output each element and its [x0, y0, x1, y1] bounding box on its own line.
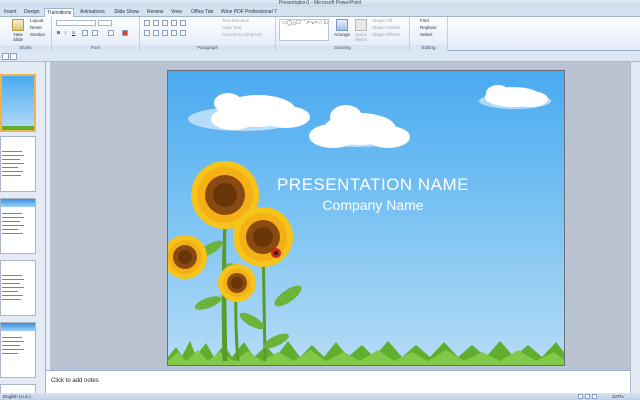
char-spacing-icon[interactable]: [92, 30, 98, 36]
tab-design[interactable]: Design: [22, 8, 42, 17]
bold-button[interactable]: B: [57, 30, 60, 36]
group-paragraph: Text Direction Align Text Convert to Sma…: [140, 17, 276, 51]
tab-view[interactable]: View: [169, 8, 184, 17]
align-right-icon[interactable]: [162, 30, 168, 36]
window-title: Presentation1 - Microsoft PowerPoint: [278, 0, 362, 6]
tab-animations[interactable]: Animations: [78, 8, 107, 17]
slide-thumbnail-5[interactable]: [0, 322, 36, 378]
tab-insert[interactable]: Insert: [2, 8, 19, 17]
increase-indent-icon[interactable]: [171, 20, 177, 26]
quick-styles-icon: [355, 19, 367, 31]
align-center-icon[interactable]: [153, 30, 159, 36]
text-direction-button[interactable]: Text Direction: [222, 18, 249, 24]
slide-thumbnail-6[interactable]: [0, 384, 36, 393]
change-case-icon[interactable]: [108, 30, 114, 36]
slide-canvas[interactable]: PRESENTATION NAME Company Name: [167, 70, 565, 366]
normal-view-icon[interactable]: [578, 394, 583, 399]
justify-icon[interactable]: [171, 30, 177, 36]
group-slides: New Slide Layout Reset Section Slides: [0, 17, 52, 51]
font-name-box[interactable]: [56, 20, 96, 26]
slide-thumbnail-1[interactable]: [0, 74, 36, 132]
arrange-icon: [336, 19, 348, 31]
group-drawing: ▭◯△☐⌒↗↘⇨☆⇩◇⟶⬠⬭ Arrange Quick Styles Shap…: [276, 17, 410, 51]
font-size-box[interactable]: [98, 20, 112, 26]
doc-tab-icon[interactable]: [2, 53, 9, 60]
group-font: B I U Font: [52, 17, 140, 51]
shape-fill-button[interactable]: Shape Fill: [372, 18, 392, 24]
layout-button[interactable]: Layout: [30, 18, 44, 24]
title-bar: Presentation1 - Microsoft PowerPoint: [0, 0, 640, 7]
zoom-level[interactable]: 107%: [612, 393, 624, 400]
ribbon-tabs: Insert Design Transitions Animations Sli…: [0, 7, 640, 17]
line-spacing-icon[interactable]: [180, 20, 186, 26]
group-editing: Find Replace Select Editing: [410, 17, 448, 51]
tab-pdf-professional[interactable]: Wine PDF Professional 7: [219, 8, 279, 17]
shapes-gallery[interactable]: ▭◯△☐⌒↗↘⇨☆⇩◇⟶⬠⬭: [279, 19, 329, 41]
slide-sorter-view-icon[interactable]: [585, 394, 590, 399]
slide-subtitle[interactable]: Company Name: [248, 197, 498, 213]
arrange-button[interactable]: Arrange: [333, 19, 351, 37]
decrease-indent-icon[interactable]: [162, 20, 168, 26]
numbering-icon[interactable]: [153, 20, 159, 26]
grass-strip: [168, 341, 564, 365]
columns-icon[interactable]: [180, 30, 186, 36]
bullets-icon[interactable]: [144, 20, 150, 26]
vertical-scrollbar[interactable]: [630, 62, 640, 393]
slide-artwork: [168, 85, 564, 365]
slide-thumbnail-4[interactable]: [0, 260, 36, 316]
align-text-button[interactable]: Align Text: [222, 25, 241, 31]
new-slide-button[interactable]: New Slide: [10, 19, 26, 42]
new-slide-icon: [12, 19, 24, 31]
language-indicator[interactable]: English (U.S.): [3, 393, 31, 400]
replace-button[interactable]: Replace: [420, 25, 437, 31]
quick-styles-button[interactable]: Quick Styles: [352, 19, 370, 42]
align-left-icon[interactable]: [144, 30, 150, 36]
slide-thumbnail-2[interactable]: [0, 136, 36, 192]
select-button[interactable]: Select: [420, 32, 433, 38]
powerpoint-window: Presentation1 - Microsoft PowerPoint Ins…: [0, 0, 640, 400]
underline-button[interactable]: U: [72, 30, 75, 36]
convert-smartart-button[interactable]: Convert to SmartArt: [222, 32, 262, 38]
cloud-shapes: [188, 85, 551, 148]
new-doc-tab-icon[interactable]: [10, 53, 17, 60]
status-bar: English (U.S.) 107%: [0, 393, 640, 400]
sunflower-medium: [233, 207, 293, 267]
reading-view-icon[interactable]: [592, 394, 597, 399]
tab-review[interactable]: Review: [145, 8, 165, 17]
find-button[interactable]: Find: [420, 18, 429, 24]
thumbnail-grass: [2, 126, 34, 130]
tab-office-tab[interactable]: Office Tab: [189, 8, 215, 17]
italic-button[interactable]: I: [65, 30, 66, 36]
notes-pane[interactable]: Click to add notes: [46, 370, 630, 393]
sunflower-tiny: [218, 264, 256, 302]
document-tab-bar: [0, 51, 640, 62]
section-button[interactable]: Section: [30, 32, 45, 38]
font-color-icon[interactable]: [122, 30, 128, 36]
shape-effects-button[interactable]: Shape Effects: [372, 32, 400, 38]
tab-transitions[interactable]: Transitions: [44, 8, 75, 17]
slide-editing-area: PRESENTATION NAME Company Name: [50, 62, 630, 370]
shape-outline-button[interactable]: Shape Outline: [372, 25, 401, 31]
sunflower-small: [168, 235, 207, 279]
strikethrough-icon[interactable]: [82, 30, 88, 36]
slide-thumbnail-3[interactable]: [0, 198, 36, 254]
slide-thumbnails-pane[interactable]: [0, 62, 46, 393]
ribbon: New Slide Layout Reset Section Slides B …: [0, 17, 640, 51]
tab-slide-show[interactable]: Slide Show: [112, 8, 141, 17]
reset-button[interactable]: Reset: [30, 25, 42, 31]
notes-placeholder: Click to add notes: [51, 378, 99, 384]
slide-title[interactable]: PRESENTATION NAME: [248, 175, 498, 195]
